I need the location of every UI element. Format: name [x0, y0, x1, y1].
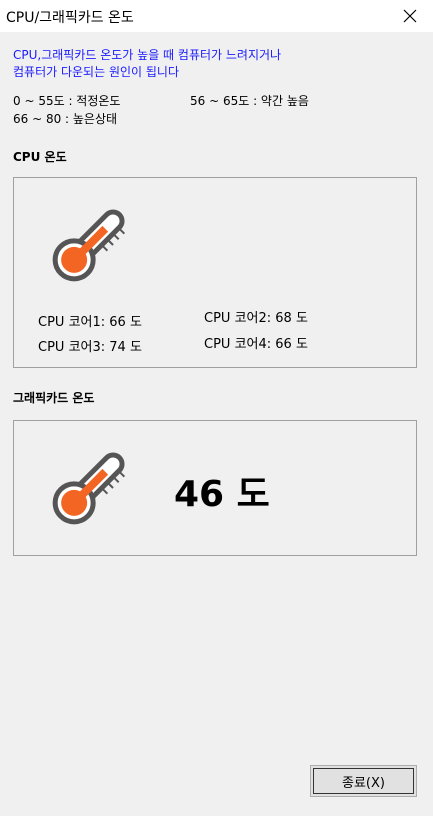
title-bar: CPU/그래픽카드 온도: [0, 0, 433, 32]
gpu-section-label: 그래픽카드 온도: [13, 391, 95, 405]
cpu-temperature-panel: CPU 코어1: 66 도 CPU 코어2: 68 도 CPU 코어3: 74 …: [13, 177, 417, 368]
window-close-button[interactable]: [387, 0, 433, 32]
range-slightly-high: 56 ~ 65도 : 약간 높음: [190, 94, 309, 108]
range-normal: 0 ~ 55도 : 적정온도: [13, 94, 121, 108]
window-bottom-edge: [0, 816, 433, 822]
info-line-2: 컴퓨터가 다운되는 원인이 됩니다: [13, 65, 180, 79]
thermometer-icon: [52, 452, 126, 525]
exit-button[interactable]: 종료(X): [310, 765, 417, 797]
info-message: CPU,그래픽카드 온도가 높을 때 컴퓨터가 느려지거나 컴퓨터가 다운되는 …: [13, 47, 413, 81]
close-icon: [403, 9, 417, 23]
info-line-1: CPU,그래픽카드 온도가 높을 때 컴퓨터가 느려지거나: [13, 48, 282, 62]
cpu-core-2-temp: CPU 코어2: 68 도: [204, 311, 308, 326]
cpu-core-3-temp: CPU 코어3: 74 도: [38, 340, 142, 355]
gpu-temperature-panel: 46 도: [13, 420, 417, 556]
cpu-core-4-temp: CPU 코어4: 66 도: [204, 337, 308, 352]
window-title: CPU/그래픽카드 온도: [6, 10, 134, 26]
range-high: 66 ~ 80 : 높은상태: [13, 112, 118, 126]
cpu-section-label: CPU 온도: [13, 150, 67, 164]
gpu-temperature-value: 46 도: [174, 474, 270, 515]
cpu-core-1-temp: CPU 코어1: 66 도: [38, 315, 142, 330]
thermometer-icon: [52, 209, 126, 282]
